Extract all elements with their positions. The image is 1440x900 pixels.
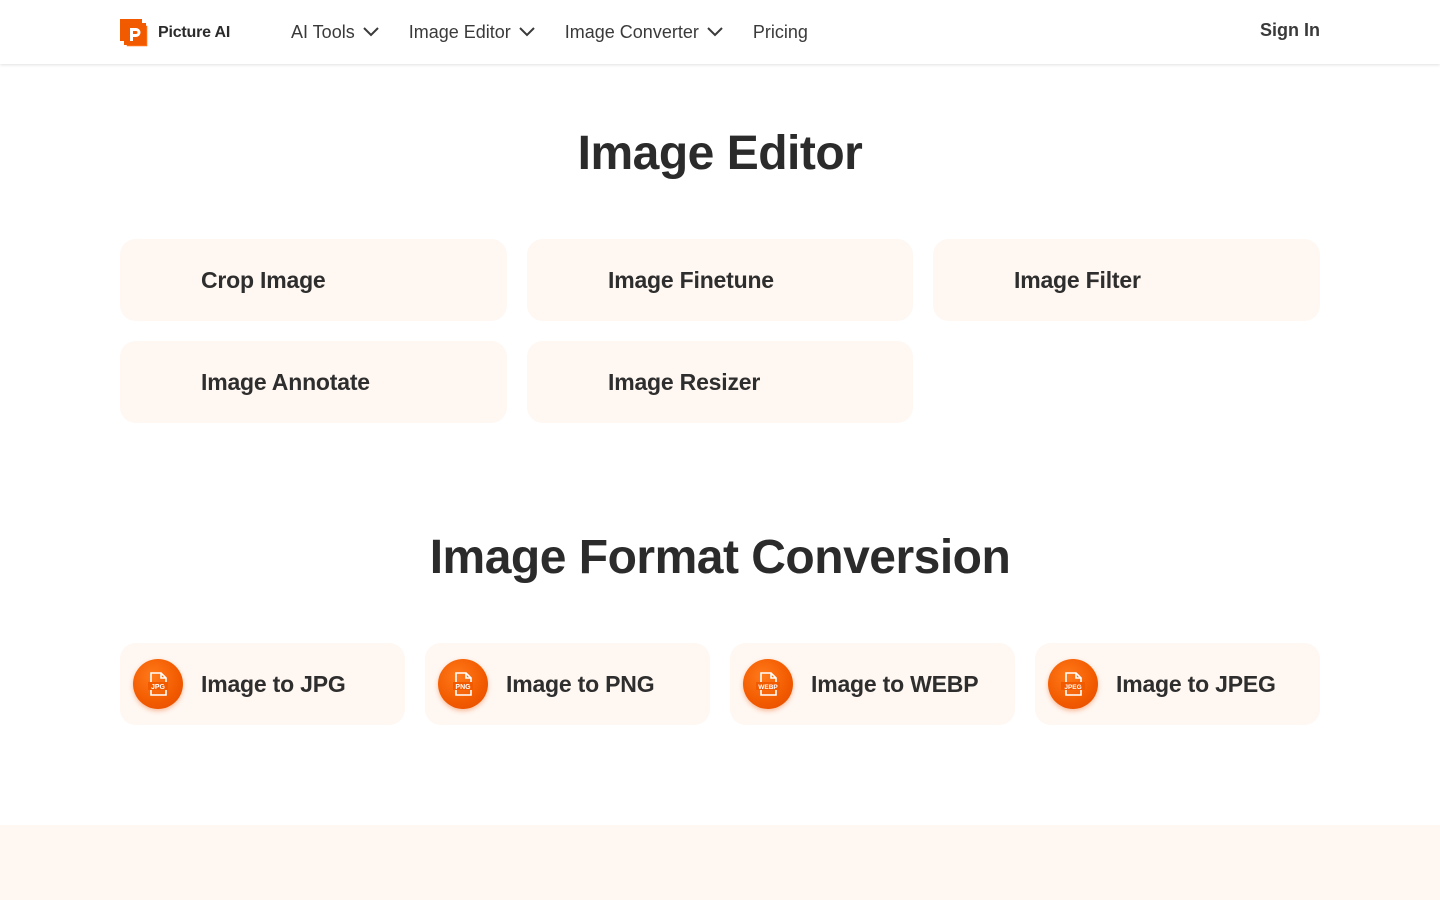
sign-in-button[interactable]: Sign In: [1260, 20, 1320, 41]
nav-ai-tools[interactable]: AI Tools: [291, 22, 379, 43]
image-to-webp-card[interactable]: WEBP Image to WEBP: [730, 643, 1015, 725]
picture-ai-logo-icon: [120, 18, 148, 47]
nav-image-converter[interactable]: Image Converter: [565, 22, 723, 43]
nav-ai-tools-label: AI Tools: [291, 21, 355, 42]
image-to-png-label: Image to PNG: [506, 670, 655, 697]
brand-logo-link[interactable]: Picture AI: [120, 18, 230, 47]
brand-name: Picture AI: [158, 23, 231, 41]
nav-image-converter-label: Image Converter: [564, 21, 699, 42]
format-conversion-title: Image Format Conversion: [429, 531, 1011, 584]
nav-pricing[interactable]: Pricing: [753, 22, 808, 43]
chevron-down-icon: [362, 27, 379, 37]
image-to-jpeg-card[interactable]: JPEG Image to JPEG: [1035, 643, 1320, 725]
image-resizer-label: Image Resizer: [608, 368, 761, 395]
crop-image-label: Crop Image: [201, 266, 326, 293]
image-filter-label: Image Filter: [1014, 266, 1141, 293]
svg-text:PNG: PNG: [455, 684, 471, 691]
nav-image-editor-label: Image Editor: [408, 21, 511, 42]
nav-pricing-label: Pricing: [752, 21, 808, 42]
png-file-icon: PNG: [438, 659, 488, 709]
chevron-down-icon: [707, 27, 723, 37]
nav-image-editor[interactable]: Image Editor: [409, 22, 535, 43]
image-to-webp-label: Image to WEBP: [811, 670, 979, 697]
svg-text:WEBP: WEBP: [758, 684, 778, 691]
jpg-file-icon: JPG: [133, 659, 183, 709]
image-to-png-card[interactable]: PNG Image to PNG: [425, 643, 710, 725]
image-editor-title: Image Editor: [577, 127, 863, 180]
svg-text:JPEG: JPEG: [1064, 684, 1081, 691]
image-annotate-label: Image Annotate: [201, 368, 370, 395]
top-navigation-bar: Picture AI AI Tools Image Editor Image C…: [0, 0, 1440, 64]
image-annotate-card[interactable]: Image Annotate: [120, 341, 507, 423]
image-finetune-card[interactable]: Image Finetune: [527, 239, 913, 321]
image-to-jpg-card[interactable]: JPG Image to JPG: [120, 643, 405, 725]
image-filter-card[interactable]: Image Filter: [933, 239, 1320, 321]
image-finetune-label: Image Finetune: [608, 266, 774, 293]
crop-image-card[interactable]: Crop Image: [120, 239, 507, 321]
image-resizer-card[interactable]: Image Resizer: [527, 341, 913, 423]
main-nav: AI Tools Image Editor Image Converter Pr…: [291, 18, 838, 46]
jpeg-file-icon: JPEG: [1048, 659, 1098, 709]
chevron-down-icon: [519, 27, 535, 37]
image-to-jpg-label: Image to JPG: [201, 670, 346, 697]
webp-file-icon: WEBP: [743, 659, 793, 709]
footer-band: [0, 825, 1440, 900]
image-to-jpeg-label: Image to JPEG: [1116, 670, 1276, 697]
svg-text:JPG: JPG: [151, 684, 166, 691]
